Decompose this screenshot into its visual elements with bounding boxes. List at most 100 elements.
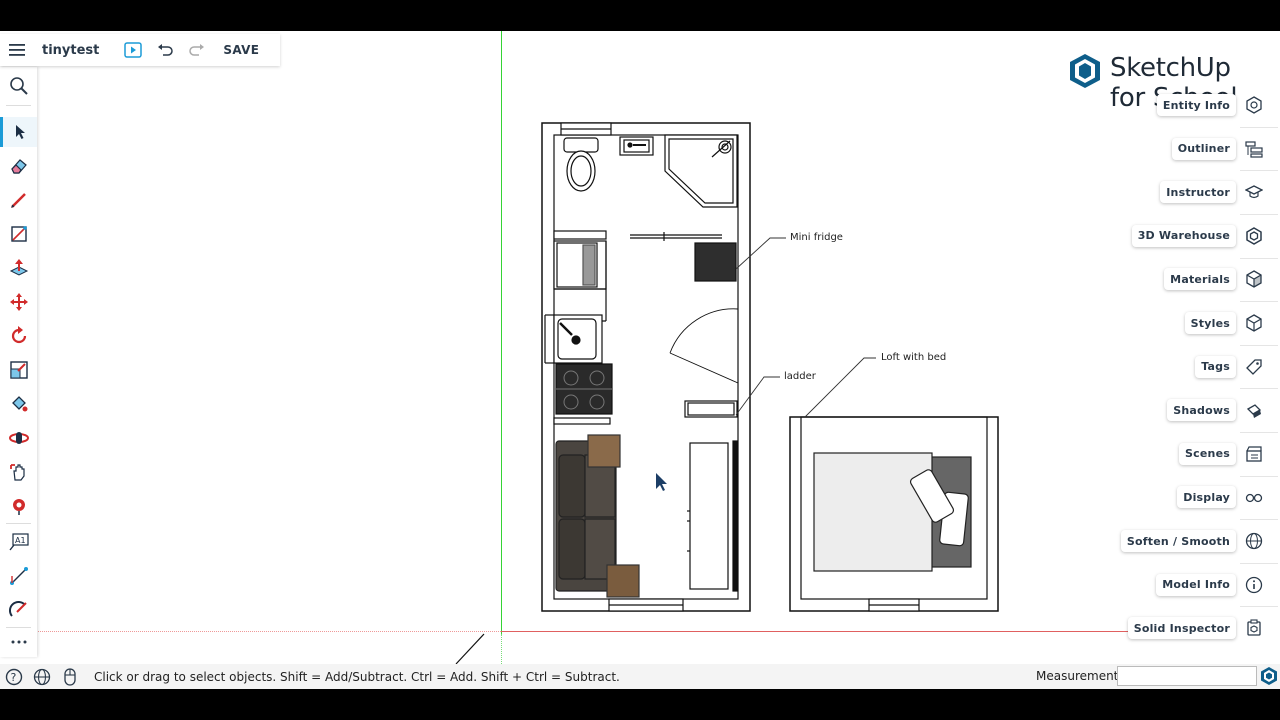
green-axis: [501, 31, 502, 636]
label-ladder: ladder: [784, 371, 816, 382]
panel-button-materials[interactable]: Materials: [1164, 268, 1236, 291]
model-info-icon: [1245, 576, 1263, 593]
text-tool[interactable]: A1: [0, 527, 37, 557]
panel-separator: [1240, 257, 1278, 259]
model-canvas[interactable]: Mini fridge ladder Loft with bed: [0, 31, 1280, 689]
left-toolbar: A1: [0, 67, 37, 657]
play-button[interactable]: [117, 34, 149, 66]
entity-info-icon: [1246, 96, 1262, 114]
status-message: Click or drag to select objects. Shift =…: [94, 669, 620, 684]
push-pull-tool[interactable]: [0, 253, 37, 283]
brand-line-1: SketchUp: [1110, 53, 1231, 83]
label-mini-fridge: Mini fridge: [790, 232, 843, 243]
panel-button-instructor[interactable]: Instructor: [1160, 181, 1236, 204]
panel-icon-button-5[interactable]: [1238, 306, 1270, 340]
select-tool[interactable]: [0, 117, 37, 147]
eraser-icon: [10, 159, 27, 174]
eraser-tool[interactable]: [0, 151, 37, 181]
panel-icon-button-7[interactable]: [1238, 393, 1270, 427]
panel-icon-button-1[interactable]: [1238, 132, 1270, 166]
dimension-icon: [9, 567, 28, 585]
position-camera-icon: [12, 499, 25, 515]
mouse-settings-button[interactable]: [56, 664, 84, 689]
panel-button-soften-smooth[interactable]: Soften / Smooth: [1120, 530, 1236, 552]
instructor-icon: [1245, 185, 1263, 199]
sketchup-window: Mini fridge ladder Loft with bed tinytes…: [0, 31, 1280, 689]
panel-icon-button-9[interactable]: [1238, 480, 1270, 514]
tape-measure-icon: [8, 601, 27, 617]
panel-button-shadows[interactable]: Shadows: [1167, 399, 1236, 422]
position-camera-tool[interactable]: [0, 491, 37, 521]
text-icon: A1: [8, 533, 29, 551]
file-title[interactable]: tinytest: [42, 43, 99, 58]
display-icon: [1245, 494, 1263, 503]
rectangle-icon: [10, 226, 27, 242]
panel-separator: [1240, 519, 1278, 521]
search-tool[interactable]: [0, 71, 37, 101]
rotate-tool[interactable]: [0, 321, 37, 351]
panel-icon-button-6[interactable]: [1238, 350, 1270, 384]
styles-icon: [1246, 314, 1262, 332]
panel-icon-button-4[interactable]: [1238, 262, 1270, 296]
undo-button[interactable]: [149, 34, 181, 66]
panel-separator: [1240, 301, 1278, 303]
sketchup-logo-icon: [1070, 54, 1100, 88]
pan-tool[interactable]: [0, 457, 37, 487]
panel-button-display[interactable]: Display: [1177, 486, 1236, 509]
panel-button-styles[interactable]: Styles: [1184, 312, 1236, 334]
red-axis-negative: [0, 631, 501, 632]
panel-icon-button-0[interactable]: [1238, 88, 1270, 122]
select-icon: [16, 125, 25, 139]
panel-separator: [1240, 344, 1278, 346]
help-button[interactable]: ?: [0, 664, 28, 689]
sketchup-status-icon[interactable]: [1259, 666, 1279, 686]
panel-button-3d-warehouse[interactable]: 3D Warehouse: [1131, 224, 1236, 247]
menu-button[interactable]: [0, 34, 34, 66]
top-toolbar: tinytest SAVE: [0, 34, 280, 66]
panel-button-scenes[interactable]: Scenes: [1179, 442, 1236, 465]
panel-icon-button-11[interactable]: [1238, 568, 1270, 602]
measurements-input[interactable]: [1117, 666, 1257, 686]
move-icon: [9, 293, 28, 311]
save-button[interactable]: SAVE: [223, 43, 259, 57]
measurements-label: Measurements: [1036, 669, 1125, 683]
orbit-tool[interactable]: [0, 423, 37, 453]
panel-icon-button-10[interactable]: [1238, 524, 1270, 558]
paint-bucket-tool[interactable]: [0, 389, 37, 419]
redo-button[interactable]: [181, 34, 213, 66]
move-tool[interactable]: [0, 287, 37, 317]
push-pull-icon: [9, 259, 28, 276]
panel-button-tags[interactable]: Tags: [1195, 355, 1236, 378]
panel-button-model-info[interactable]: Model Info: [1156, 573, 1236, 596]
pencil-tool[interactable]: [0, 185, 37, 215]
panel-separator: [1240, 214, 1278, 215]
svg-text:A1: A1: [15, 536, 26, 545]
redo-icon: [189, 44, 205, 56]
panel-separator: [1240, 388, 1278, 390]
rectangle-tool[interactable]: [0, 219, 37, 249]
panel-icon-button-8[interactable]: [1238, 437, 1270, 471]
panel-button-outliner[interactable]: Outliner: [1171, 137, 1236, 160]
panel-separator: [1240, 562, 1278, 564]
panel-icon-button-3[interactable]: [1238, 219, 1270, 253]
panel-icon-button-2[interactable]: [1238, 175, 1270, 209]
dimension-tool[interactable]: [0, 561, 37, 591]
materials-icon: [1246, 270, 1262, 289]
label-loft: Loft with bed: [881, 352, 947, 363]
panel-icon-button-12[interactable]: [1238, 611, 1270, 645]
language-button[interactable]: [28, 664, 56, 689]
pencil-icon: [10, 193, 26, 208]
scale-tool[interactable]: [0, 355, 37, 385]
outliner-icon: [1245, 140, 1263, 158]
help-icon: ?: [5, 668, 23, 685]
tags-icon: [1246, 358, 1262, 375]
orbit-icon: [8, 432, 29, 444]
panel-button-solid-inspector[interactable]: Solid Inspector: [1127, 617, 1236, 640]
paint-bucket-icon: [11, 396, 27, 412]
more-tools-button[interactable]: [0, 627, 37, 657]
warehouse-icon: [1246, 226, 1262, 245]
solid-inspector-icon: [1247, 619, 1261, 636]
svg-text:?: ?: [11, 671, 17, 684]
tape-measure-tool[interactable]: [0, 595, 37, 625]
panel-button-entity-info[interactable]: Entity Info: [1156, 94, 1236, 116]
